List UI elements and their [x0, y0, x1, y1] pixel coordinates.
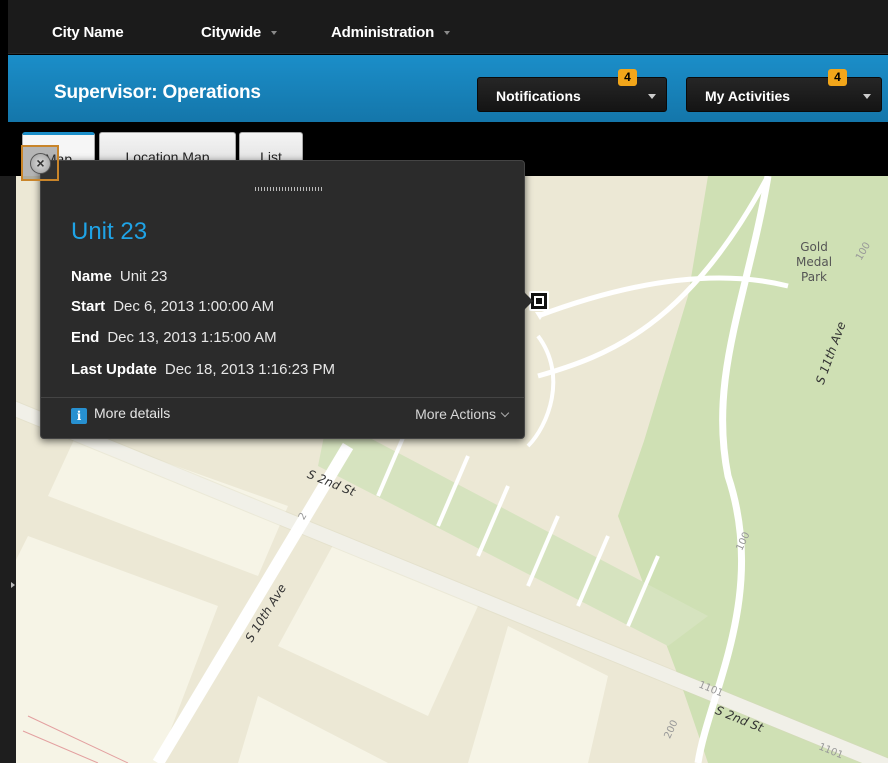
- my-activities-button[interactable]: My Activities 4: [686, 69, 882, 112]
- page-title: Supervisor: Operations: [54, 82, 261, 103]
- my-activities-label: My Activities: [705, 88, 791, 104]
- field-end: End Dec 13, 2013 1:15:00 AM: [71, 329, 277, 346]
- field-last-update-value: Dec 18, 2013 1:16:23 PM: [164, 361, 335, 378]
- field-last-update-label: Last Update: [71, 361, 157, 378]
- drag-handle-icon[interactable]: [255, 187, 323, 191]
- notifications-count-badge: 4: [618, 69, 637, 86]
- field-start: Start Dec 6, 2013 1:00:00 AM: [71, 298, 274, 315]
- nav-city-name[interactable]: City Name: [52, 24, 124, 41]
- field-name-value: Unit 23: [119, 268, 168, 285]
- page-header: Supervisor: Operations Notifications 4 M…: [8, 55, 888, 122]
- field-end-value: Dec 13, 2013 1:15:00 AM: [107, 329, 277, 346]
- nav-citywide[interactable]: Citywide: [201, 24, 278, 41]
- notifications-label: Notifications: [496, 88, 581, 104]
- more-details-label: More details: [94, 405, 171, 421]
- city-block: [8, 536, 218, 763]
- expand-arrow-icon[interactable]: [11, 582, 15, 588]
- collapsed-side-panel[interactable]: [0, 176, 16, 763]
- close-popup-button[interactable]: ×: [21, 145, 59, 181]
- notifications-button[interactable]: Notifications 4: [477, 69, 667, 112]
- chevron-down-icon: [444, 31, 451, 36]
- popup-pointer: [524, 292, 533, 310]
- field-start-label: Start: [71, 298, 106, 315]
- nav-city-name-label: City Name: [52, 24, 124, 41]
- popup-divider: [41, 397, 524, 398]
- activities-count-badge: 4: [828, 69, 847, 86]
- field-name-label: Name: [71, 268, 112, 285]
- path: [526, 334, 556, 448]
- park-label: Gold Medal Park: [796, 240, 833, 284]
- nav-administration-label: Administration: [331, 24, 435, 41]
- field-start-value: Dec 6, 2013 1:00:00 AM: [113, 298, 275, 315]
- more-actions-label: More Actions: [415, 406, 496, 422]
- marker-glyph-icon: [534, 296, 544, 306]
- chevron-down-icon: [863, 94, 871, 99]
- field-end-label: End: [71, 329, 100, 346]
- nav-citywide-label: Citywide: [201, 24, 262, 41]
- more-details-link[interactable]: i More details: [71, 405, 170, 424]
- chevron-down-icon: [648, 94, 656, 99]
- city-block: [238, 696, 388, 763]
- field-name: Name Unit 23: [71, 268, 167, 285]
- unit-details-popup: Unit 23 Name Unit 23 Start Dec 6, 2013 1:0…: [40, 160, 525, 439]
- close-icon: ×: [30, 153, 51, 174]
- top-nav: City Name Citywide Administration: [8, 0, 888, 54]
- nav-administration[interactable]: Administration: [331, 24, 451, 41]
- chevron-down-icon: [271, 31, 278, 36]
- chevron-down-icon: [500, 408, 510, 418]
- info-icon: i: [71, 408, 87, 424]
- field-last-update: Last Update Dec 18, 2013 1:16:23 PM: [71, 361, 335, 378]
- more-actions-dropdown[interactable]: More Actions: [415, 406, 510, 422]
- popup-title: Unit 23: [71, 218, 148, 245]
